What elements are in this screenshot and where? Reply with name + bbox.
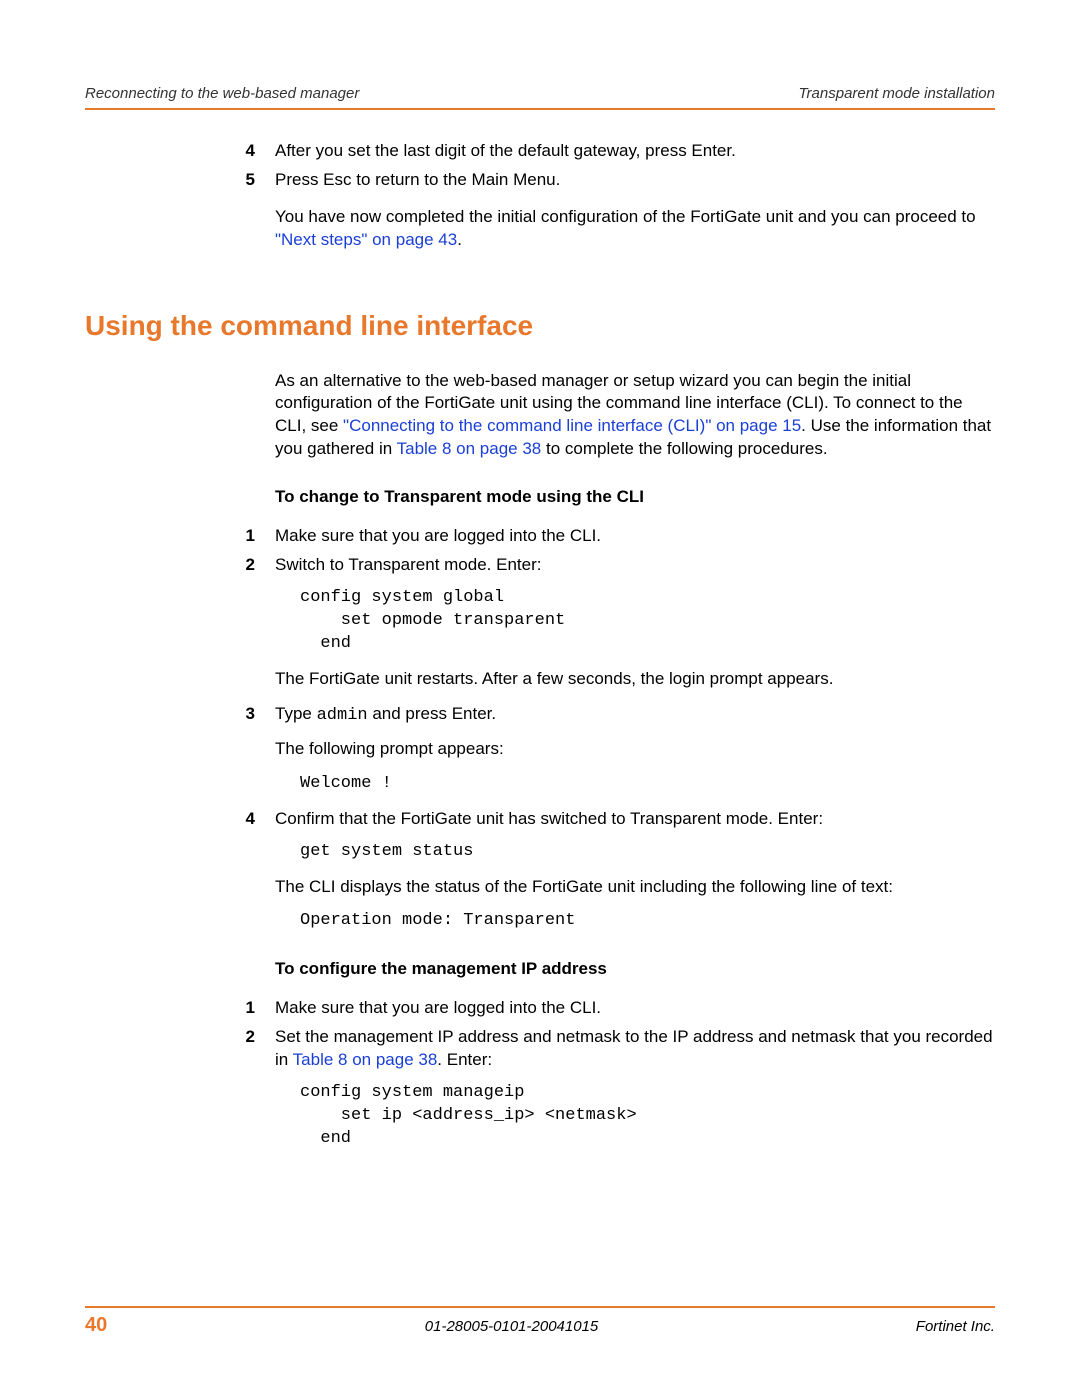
- step-number: 1: [235, 525, 275, 548]
- link-table8[interactable]: Table 8 on page 38: [293, 1050, 438, 1069]
- intro-step-4: 4 After you set the last digit of the de…: [235, 140, 995, 163]
- step-number: 2: [235, 554, 275, 577]
- step-number: 4: [235, 140, 275, 163]
- step-text: Make sure that you are logged into the C…: [275, 997, 995, 1020]
- text: You have now completed the initial confi…: [275, 207, 976, 226]
- step-text: Set the management IP address and netmas…: [275, 1026, 995, 1072]
- link-connecting-cli[interactable]: "Connecting to the command line interfac…: [343, 416, 801, 435]
- content: 4 After you set the last digit of the de…: [235, 140, 995, 1151]
- subheading-management-ip: To configure the management IP address: [275, 958, 995, 981]
- link-next-steps[interactable]: "Next steps" on page 43: [275, 230, 457, 249]
- step-number: 4: [235, 808, 275, 831]
- text: Type: [275, 704, 317, 723]
- page-header: Reconnecting to the web-based manager Tr…: [85, 85, 995, 108]
- text: .: [457, 230, 462, 249]
- status-text: The CLI displays the status of the Forti…: [275, 876, 995, 899]
- step-number: 2: [235, 1026, 275, 1072]
- page: Reconnecting to the web-based manager Tr…: [0, 0, 1080, 1397]
- text: to complete the following procedures.: [541, 439, 827, 458]
- header-rule: [85, 108, 995, 110]
- step-text: After you set the last digit of the defa…: [275, 140, 995, 163]
- prompt-text: The following prompt appears:: [275, 738, 995, 761]
- cli-step-1: 1 Make sure that you are logged into the…: [235, 525, 995, 548]
- step-text: Make sure that you are logged into the C…: [275, 525, 995, 548]
- link-table8[interactable]: Table 8 on page 38: [397, 439, 542, 458]
- footer-rule: [85, 1306, 995, 1308]
- header-left: Reconnecting to the web-based manager: [85, 85, 359, 102]
- section-heading: Using the command line interface: [85, 307, 995, 345]
- code-block-opmode: Operation mode: Transparent: [300, 910, 995, 933]
- code-block-get-status: get system status: [300, 841, 995, 864]
- code-block-welcome: Welcome !: [300, 773, 995, 796]
- text: . Enter:: [437, 1050, 492, 1069]
- step-text: Type admin and press Enter.: [275, 703, 995, 728]
- mgmt-step-1: 1 Make sure that you are logged into the…: [235, 997, 995, 1020]
- page-number: 40: [85, 1314, 107, 1337]
- subheading-transparent-mode: To change to Transparent mode using the …: [275, 486, 995, 509]
- mono-admin: admin: [317, 706, 368, 725]
- intro-step-5: 5 Press Esc to return to the Main Menu.: [235, 169, 995, 192]
- cli-step-4: 4 Confirm that the FortiGate unit has sw…: [235, 808, 995, 831]
- step-text: Confirm that the FortiGate unit has swit…: [275, 808, 995, 831]
- step-number: 5: [235, 169, 275, 192]
- step-text: Press Esc to return to the Main Menu.: [275, 169, 995, 192]
- completion-paragraph: You have now completed the initial confi…: [275, 206, 995, 252]
- section-intro: As an alternative to the web-based manag…: [275, 370, 995, 462]
- text: and press Enter.: [368, 704, 497, 723]
- step-text: Switch to Transparent mode. Enter:: [275, 554, 995, 577]
- doc-id: 01-28005-0101-20041015: [425, 1318, 599, 1335]
- restart-text: The FortiGate unit restarts. After a few…: [275, 668, 995, 691]
- footer-row: 40 01-28005-0101-20041015 Fortinet Inc.: [85, 1314, 995, 1337]
- step-number: 1: [235, 997, 275, 1020]
- header-right: Transparent mode installation: [799, 85, 996, 102]
- code-block-config-global: config system global set opmode transpar…: [300, 587, 995, 656]
- page-footer: 40 01-28005-0101-20041015 Fortinet Inc.: [85, 1306, 995, 1337]
- company-name: Fortinet Inc.: [916, 1318, 995, 1335]
- cli-step-2: 2 Switch to Transparent mode. Enter:: [235, 554, 995, 577]
- code-block-manageip: config system manageip set ip <address_i…: [300, 1082, 995, 1151]
- cli-step-3: 3 Type admin and press Enter.: [235, 703, 995, 728]
- mgmt-step-2: 2 Set the management IP address and netm…: [235, 1026, 995, 1072]
- step-number: 3: [235, 703, 275, 728]
